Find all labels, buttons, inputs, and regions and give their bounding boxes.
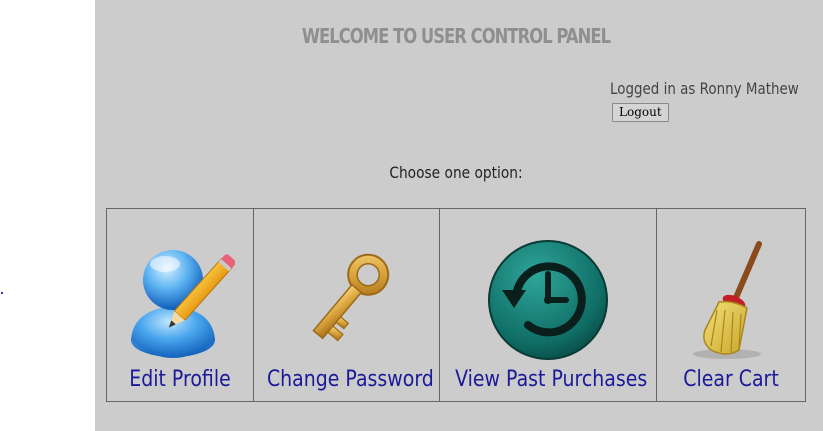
clear-cart-label[interactable]: Clear Cart (667, 367, 794, 392)
login-status: Logged in as Ronny Mathew Logout (610, 79, 823, 122)
edit-profile-option[interactable]: Edit Profile (107, 209, 254, 401)
history-clock-icon[interactable] (440, 237, 656, 362)
options-table: Edit Profile Change Password View Past P… (106, 208, 806, 402)
edit-profile-label[interactable]: Edit Profile (117, 367, 243, 392)
change-password-option[interactable]: Change Password (254, 209, 440, 401)
control-panel: WELCOME TO USER CONTROL PANEL Logged in … (95, 0, 823, 431)
clear-cart-option[interactable]: Clear Cart (657, 209, 805, 401)
view-past-purchases-label[interactable]: View Past Purchases (455, 367, 647, 392)
page: WELCOME TO USER CONTROL PANEL Logged in … (0, 0, 823, 431)
change-password-label[interactable]: Change Password (267, 367, 434, 392)
logged-in-text: Logged in as Ronny Mathew (610, 79, 799, 98)
key-icon[interactable] (254, 237, 439, 362)
user-edit-icon[interactable] (107, 237, 253, 362)
logout-button[interactable]: Logout (612, 103, 669, 122)
broom-icon[interactable] (657, 237, 805, 362)
stray-dot (1, 292, 3, 294)
choose-option-prompt: Choose one option: (389, 163, 523, 182)
view-past-purchases-option[interactable]: View Past Purchases (440, 209, 657, 401)
page-title: WELCOME TO USER CONTROL PANEL (301, 24, 611, 48)
